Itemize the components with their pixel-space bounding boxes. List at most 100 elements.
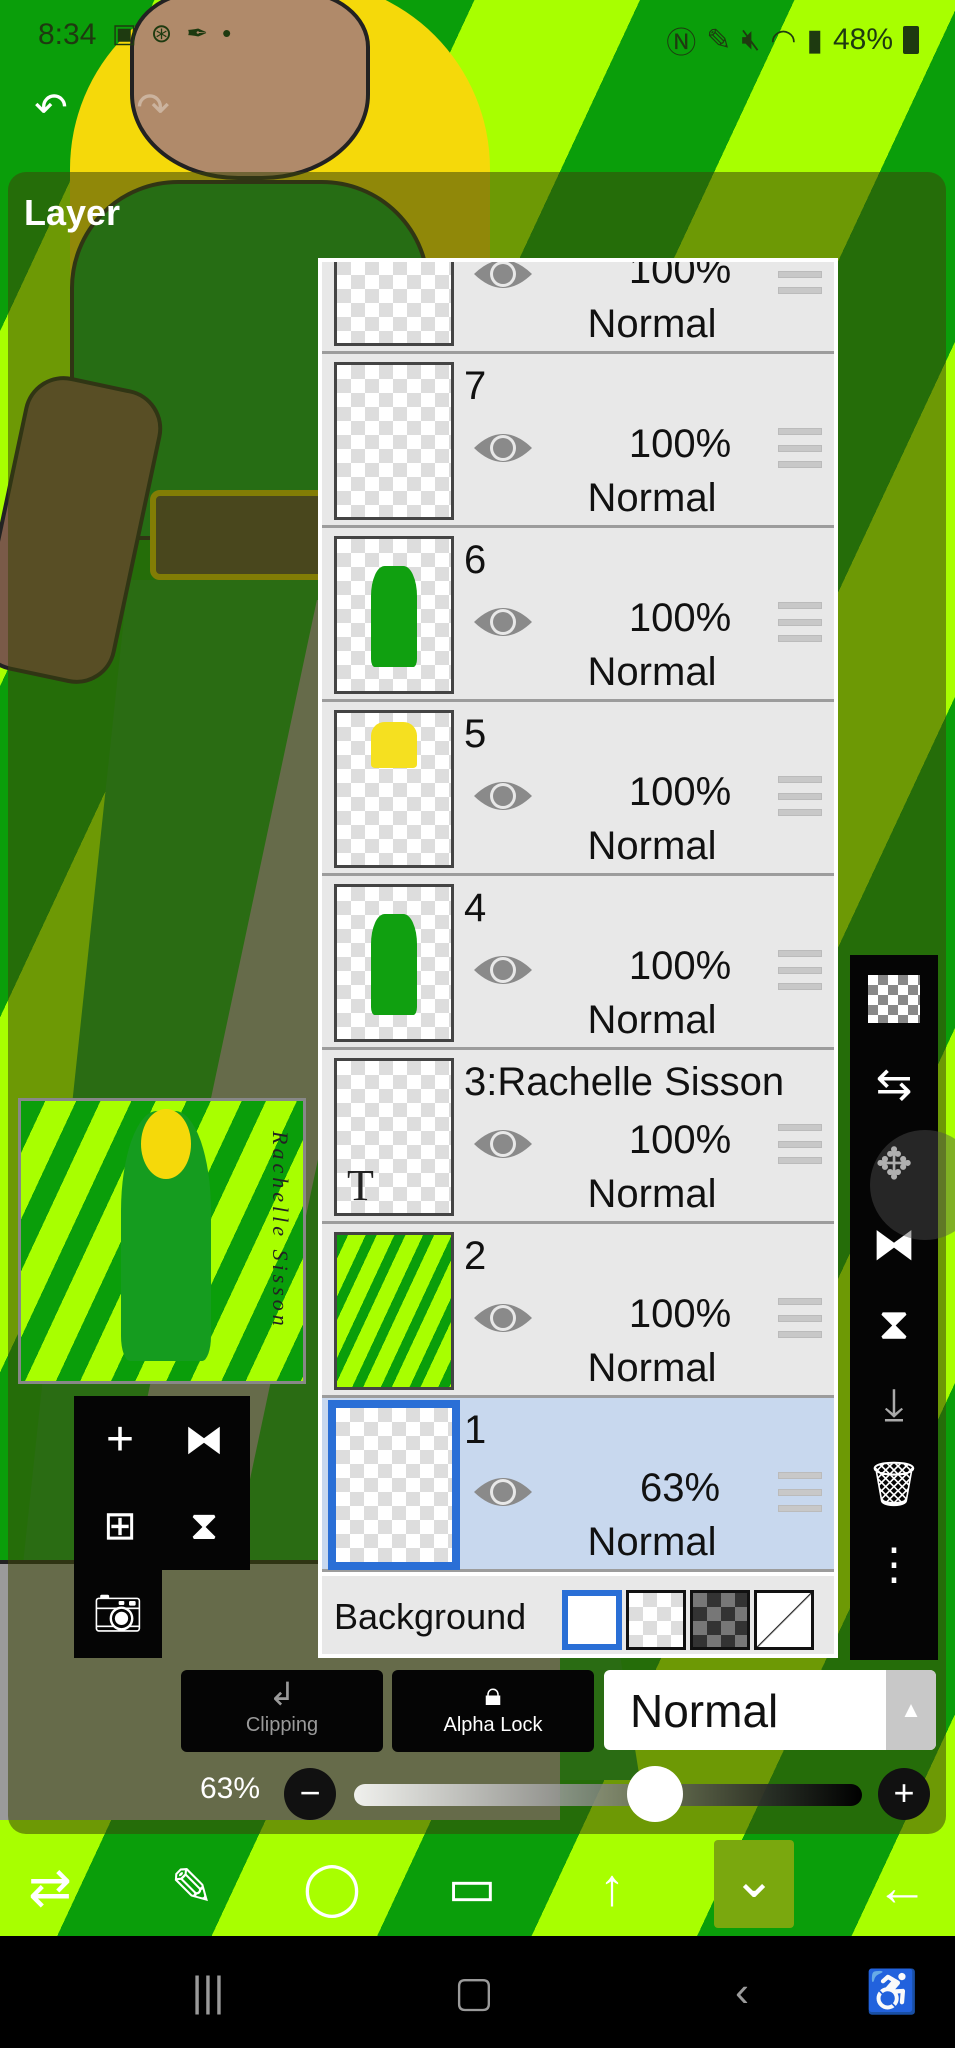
brush-icon[interactable]: ✎ <box>152 1848 232 1928</box>
layer-thumbnail[interactable] <box>334 262 454 346</box>
recents-button[interactable]: ||| <box>178 1964 238 2020</box>
feather-icon: ✒ <box>186 18 209 48</box>
drag-handle-icon[interactable] <box>778 262 822 294</box>
drag-handle-icon[interactable] <box>778 950 822 990</box>
transform-tools-icon[interactable]: ⇄ <box>10 1848 90 1928</box>
status-right-icons: Ⓝ ✎ 🔇︎ ◠ ▮ 48% <box>666 18 919 62</box>
clipping-button[interactable]: ↲ Clipping <box>181 1670 383 1752</box>
background-white-option[interactable] <box>562 1590 622 1650</box>
ellipse-icon[interactable]: ◯ <box>292 1848 372 1928</box>
opacity-decrease-button[interactable]: − <box>284 1768 336 1820</box>
layer-name: 1 <box>464 1408 487 1452</box>
accessibility-button[interactable]: ♿ <box>862 1964 922 2020</box>
flip-v-icon[interactable]: ⧗ <box>174 1496 234 1556</box>
drag-handle-icon[interactable] <box>778 776 822 816</box>
layer-row[interactable]: 8 100% Normal <box>322 258 834 354</box>
layer-blend-mode: Normal <box>587 650 717 694</box>
status-bar: 8:34 ▣ ⊛ ✒ • Ⓝ ✎ 🔇︎ ◠ ▮ 48% <box>0 0 955 72</box>
back-button[interactable]: ‹ <box>712 1964 772 2020</box>
flip-h-icon[interactable]: ⧓ <box>174 1410 234 1470</box>
accessibility-icon: ⊛ <box>150 18 173 48</box>
drag-handle-icon[interactable] <box>778 602 822 642</box>
layer-blend-mode: Normal <box>587 1346 717 1390</box>
layer-row[interactable]: 5 100% Normal <box>322 702 834 876</box>
layer-blend-mode: Normal <box>587 998 717 1042</box>
collapse-icon[interactable]: ⌄ <box>714 1840 794 1928</box>
layer-thumbnail[interactable] <box>334 1232 454 1390</box>
layer-blend-mode: Normal <box>587 1172 717 1216</box>
layer-row[interactable]: T 3:Rachelle Sisson 100% Normal <box>322 1050 834 1224</box>
add-layer-icon[interactable]: + <box>90 1410 150 1470</box>
text-layer-icon: T <box>347 1161 374 1210</box>
redo-button[interactable]: ↷ <box>128 86 178 130</box>
layer-name: 2 <box>464 1234 487 1278</box>
alpha-lock-button[interactable]: 🔒︎ Alpha Lock <box>392 1670 594 1752</box>
layer-blend-mode: Normal <box>587 476 717 520</box>
layer-row[interactable]: 2 100% Normal <box>322 1224 834 1398</box>
add-copy-icon[interactable]: ⊞ <box>90 1496 150 1556</box>
background-dark-checker-option[interactable] <box>690 1590 750 1650</box>
drag-handle-icon[interactable] <box>778 1472 822 1512</box>
blend-mode-select[interactable]: Normal ▲ <box>604 1670 936 1750</box>
thumbnail-art <box>371 914 417 1015</box>
layer-opacity: 100% <box>628 1118 732 1162</box>
eye-icon[interactable] <box>472 1296 534 1340</box>
merge-down-icon[interactable]: ⤓ <box>864 1375 924 1435</box>
eye-icon[interactable] <box>472 774 534 818</box>
layer-row[interactable]: 6 100% Normal <box>322 528 834 702</box>
eye-icon[interactable] <box>472 426 534 470</box>
layer-opacity: 100% <box>628 770 732 814</box>
background-none-option[interactable] <box>754 1590 814 1650</box>
flip-vertical-icon[interactable]: ⧗ <box>864 1295 924 1355</box>
eye-icon[interactable] <box>472 600 534 644</box>
layer-name: 3:Rachelle Sisson <box>464 1060 785 1104</box>
layer-blend-mode: Normal <box>587 824 717 868</box>
eye-icon[interactable] <box>472 258 534 296</box>
eye-icon[interactable] <box>472 1470 534 1514</box>
home-button[interactable]: ▢ <box>444 1964 504 2020</box>
more-icon[interactable]: ⋮ <box>864 1535 924 1595</box>
back-arrow-icon[interactable]: ← <box>862 1848 942 1928</box>
opacity-increase-button[interactable]: + <box>878 1768 930 1820</box>
layer-thumbnail[interactable] <box>328 1400 460 1570</box>
eye-icon[interactable] <box>472 948 534 992</box>
eye-icon[interactable] <box>472 1122 534 1166</box>
opacity-slider-track[interactable] <box>354 1784 862 1806</box>
layer-row[interactable]: 7 100% Normal <box>322 354 834 528</box>
rectangle-icon[interactable]: ▭ <box>432 1848 512 1928</box>
thumbnail-art <box>371 566 417 667</box>
drag-handle-icon[interactable] <box>778 1298 822 1338</box>
dropdown-arrow-icon[interactable]: ▲ <box>886 1670 936 1750</box>
layer-list-scroll[interactable]: 8 100% Normal 7 100% Normal 6 100% Norma… <box>322 258 834 1572</box>
camera-icon[interactable]: 📷︎ <box>88 1584 148 1644</box>
layer-thumbnail[interactable] <box>334 710 454 868</box>
drag-handle-icon[interactable] <box>778 428 822 468</box>
opacity-slider-thumb[interactable] <box>626 1766 683 1822</box>
layer-row[interactable]: 1 63% Normal <box>322 1398 834 1572</box>
layer-opacity: 100% <box>628 422 732 466</box>
layer-row[interactable]: 4 100% Normal <box>322 876 834 1050</box>
opacity-value: 63% <box>200 1772 261 1805</box>
layer-thumbnail[interactable]: T <box>334 1058 454 1216</box>
layer-list[interactable]: 8 100% Normal 7 100% Normal 6 100% Norma… <box>318 258 838 1658</box>
swap-layer-icon[interactable]: ⇆ <box>864 1055 924 1115</box>
undo-button[interactable]: ↶ <box>26 86 76 130</box>
battery-icon <box>903 26 919 54</box>
layer-blend-mode: Normal <box>587 1520 717 1564</box>
drag-handle-icon[interactable] <box>778 1124 822 1164</box>
arrow-up-icon[interactable]: ↑ <box>572 1848 652 1928</box>
pinned-app-icon: ▣ <box>112 18 137 48</box>
wifi-icon: ◠ <box>770 23 797 57</box>
signal-icon: ▮ <box>806 23 823 57</box>
trash-icon[interactable]: 🗑︎ <box>864 1455 924 1515</box>
transparency-icon[interactable] <box>868 975 920 1023</box>
background-checker-option[interactable] <box>626 1590 686 1650</box>
status-time: 8:34 <box>38 18 97 51</box>
layer-thumbnail[interactable] <box>334 536 454 694</box>
panel-title: Layer <box>24 192 121 233</box>
canvas-preview[interactable]: Rachelle Sisson <box>18 1098 306 1384</box>
layer-opacity: 100% <box>628 1292 732 1336</box>
layer-thumbnail[interactable] <box>334 362 454 520</box>
layer-opacity: 100% <box>628 596 732 640</box>
layer-thumbnail[interactable] <box>334 884 454 1042</box>
